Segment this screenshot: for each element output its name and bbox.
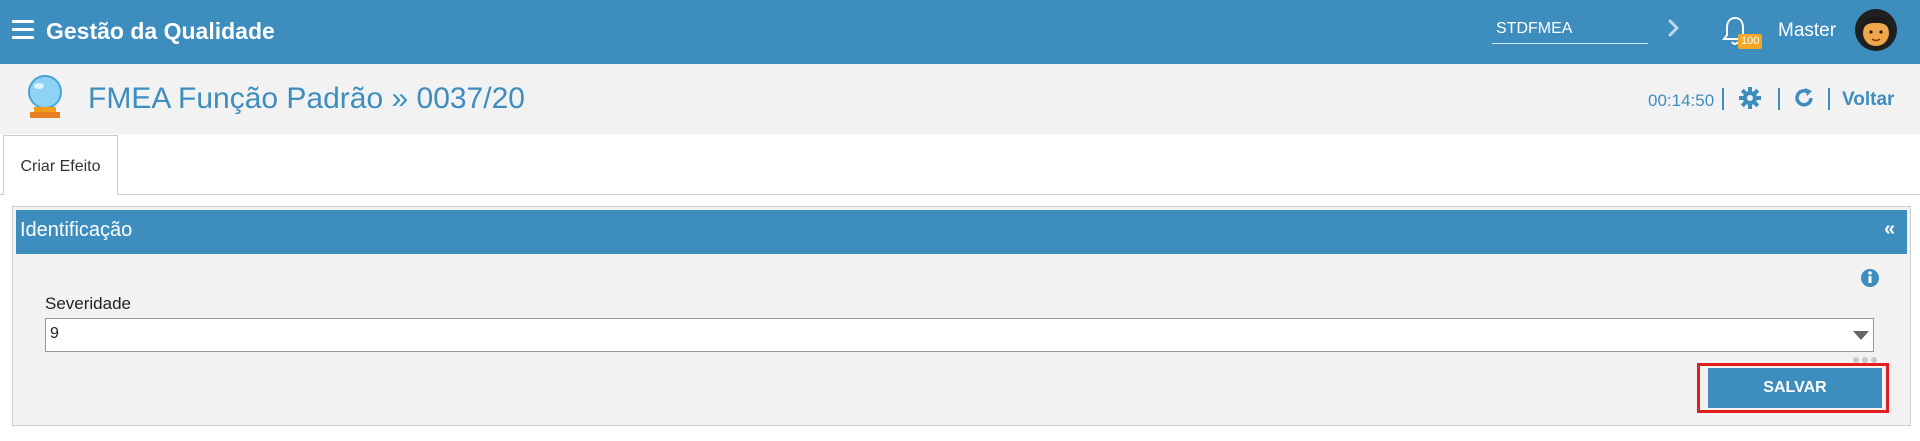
gear-icon[interactable] [1738,86,1762,110]
chevron-right-icon[interactable] [1664,16,1684,40]
panel-header [16,210,1907,254]
module-input[interactable] [1492,14,1648,44]
severidade-value: 9 [50,325,59,342]
page-title: FMEA Função Padrão » 0037/20 [88,82,525,115]
tab-bar-border [0,194,1920,195]
refresh-icon[interactable] [1792,86,1816,110]
session-timer: 00:14:50 [1648,91,1715,110]
severidade-select[interactable] [45,318,1874,352]
menu-icon[interactable] [12,20,34,40]
divider [1722,88,1724,110]
save-button[interactable]: SALVAR [1708,368,1882,408]
app-title: Gestão da Qualidade [46,18,275,44]
tab-criar-efeito[interactable]: Criar Efeito [3,135,118,195]
severidade-label: Severidade [45,294,132,313]
dropdown-arrow-icon[interactable] [1852,329,1870,341]
back-link[interactable]: Voltar [1842,89,1894,111]
crystal-ball-icon [28,75,62,118]
divider [1828,88,1830,110]
notification-badge: 100 [1738,34,1763,49]
panel-title: Identificação [20,219,133,241]
avatar[interactable] [1854,8,1898,52]
user-name[interactable]: Master [1778,20,1836,42]
collapse-button[interactable]: « [1884,218,1895,241]
info-icon[interactable] [1860,268,1880,288]
divider [1778,88,1780,110]
